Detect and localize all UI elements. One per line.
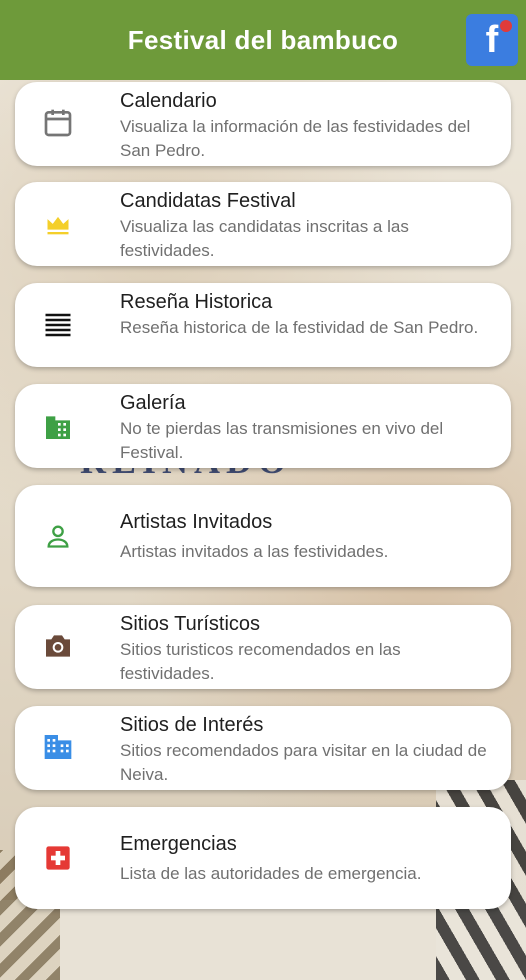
menu-item-subtitle: Visualiza la información de las festivid…: [120, 117, 471, 160]
menu-item-candidatas[interactable]: Candidatas Festival Visualiza las candid…: [15, 182, 511, 266]
app-bar: Festival del bambuco f: [0, 0, 526, 80]
facebook-button[interactable]: f: [466, 14, 518, 66]
menu-item-sitios-interes[interactable]: Sitios de Interés Sitios recomendados pa…: [15, 706, 511, 790]
gallery-icon: [41, 410, 75, 444]
calendar-icon: [41, 106, 75, 140]
menu-item-title: Galería: [120, 392, 186, 414]
app-title: Festival del bambuco: [127, 24, 399, 55]
menu-item-subtitle: Sitios turisticos recomendados en las fe…: [120, 640, 401, 683]
menu-item-title: Reseña Historica: [120, 291, 273, 313]
menu-item-subtitle: No te pierdas las transmisiones en vivo …: [120, 419, 444, 462]
list-lines-icon: [41, 308, 75, 342]
menu-item-subtitle: Sitios recomendados para visitar en la c…: [120, 741, 487, 784]
menu-item-title: Emergencias: [120, 833, 237, 855]
menu-item-title: Candidatas Festival: [120, 190, 296, 212]
menu-item-subtitle: Reseña historica de la festividad de San…: [120, 318, 479, 337]
menu-item-calendario[interactable]: Calendario Visualiza la información de l…: [15, 82, 511, 166]
menu-item-subtitle: Lista de las autoridades de emergencia.: [120, 864, 422, 883]
building-icon: [41, 730, 75, 764]
medical-cross-icon: [41, 841, 75, 875]
facebook-icon: f: [485, 18, 499, 61]
menu-item-subtitle: Artistas invitados a las festividades.: [120, 542, 389, 561]
menu-item-sitios-turisticos[interactable]: Sitios Turísticos Sitios turisticos reco…: [15, 605, 511, 689]
menu-item-subtitle: Visualiza las candidatas inscritas a las…: [120, 217, 409, 260]
notification-dot: [500, 20, 512, 32]
menu-list: Calendario Visualiza la información de l…: [0, 0, 526, 909]
person-icon: [41, 519, 75, 553]
menu-item-title: Artistas Invitados: [120, 511, 273, 533]
menu-item-title: Sitios de Interés: [120, 714, 264, 736]
menu-item-resena[interactable]: Reseña Historica Reseña historica de la …: [15, 283, 511, 367]
menu-item-artistas[interactable]: Artistas Invitados Artistas invitados a …: [15, 485, 511, 587]
menu-item-title: Sitios Turísticos: [120, 613, 261, 635]
menu-item-galeria[interactable]: Galería No te pierdas las transmisiones …: [15, 384, 511, 468]
crown-icon: [41, 208, 75, 242]
camera-icon: [41, 629, 75, 663]
menu-item-emergencias[interactable]: Emergencias Lista de las autoridades de …: [15, 807, 511, 909]
menu-item-title: Calendario: [120, 90, 217, 112]
